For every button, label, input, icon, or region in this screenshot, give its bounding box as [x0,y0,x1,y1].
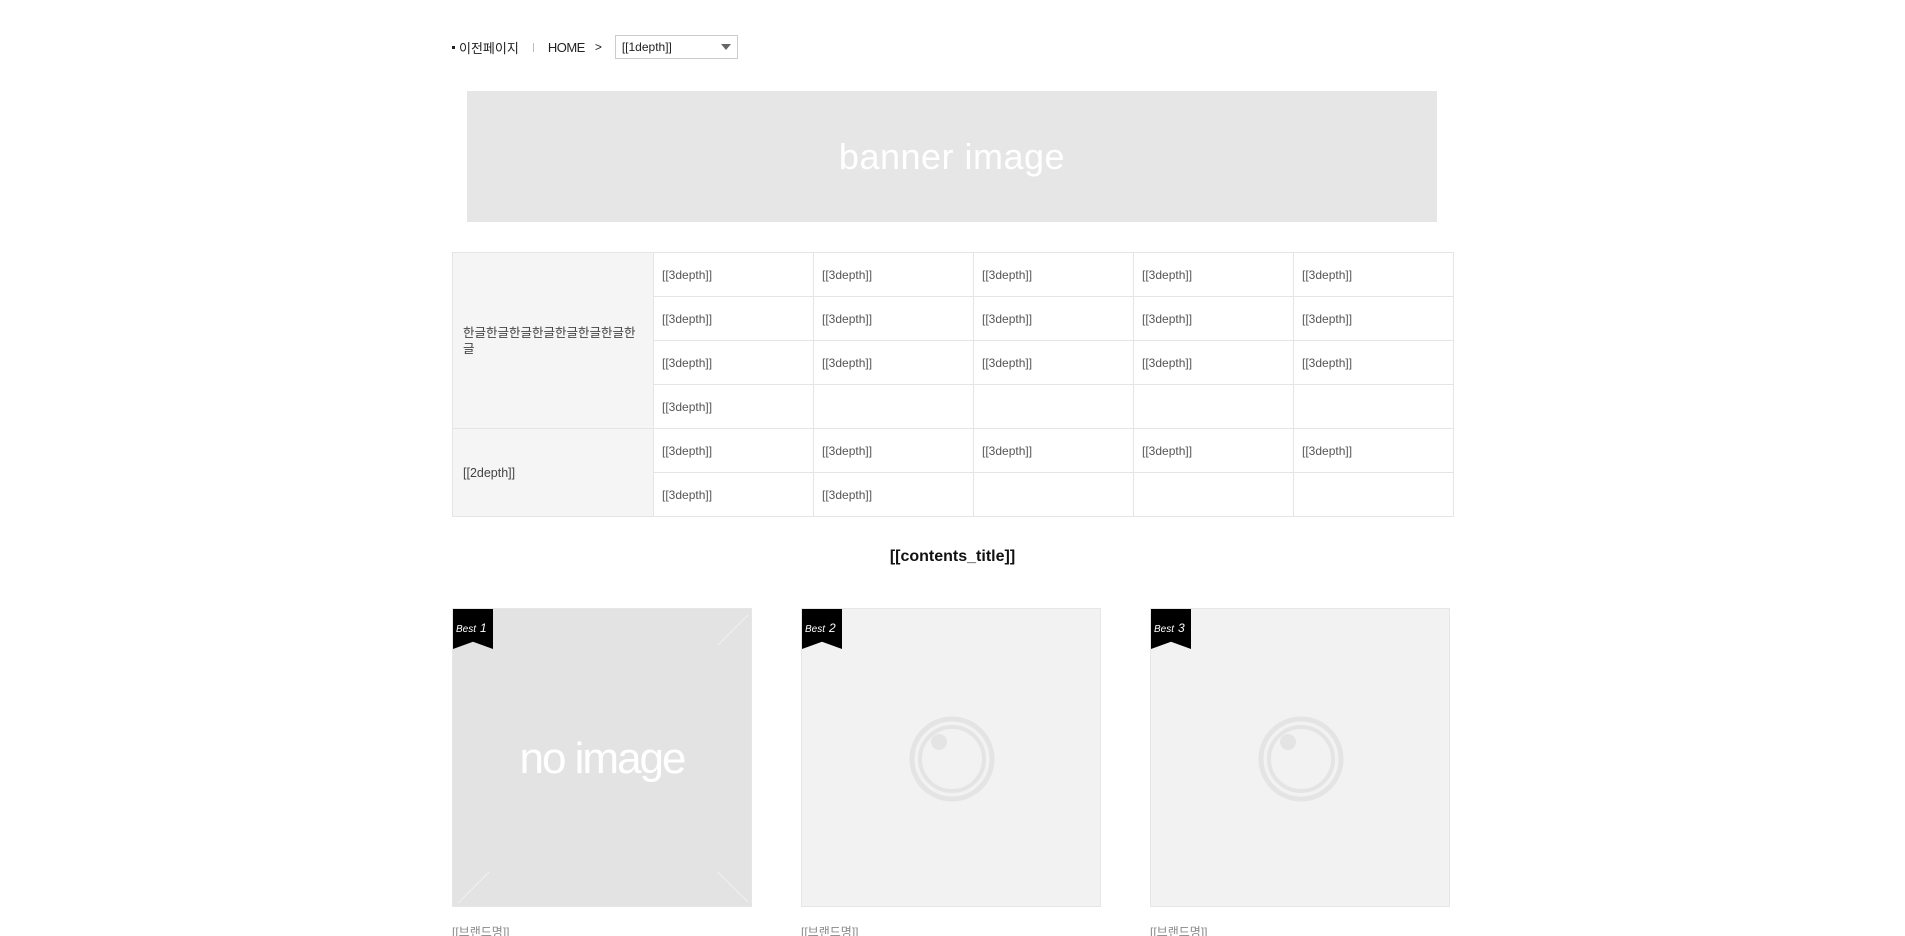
category-depth3-link[interactable]: [[3depth]] [653,340,814,385]
empty-cell [1293,384,1454,429]
category-depth3-link[interactable]: [[3depth]] [1133,428,1294,473]
chevron-down-icon [720,44,731,50]
category-depth3-link[interactable]: [[3depth]] [1133,296,1294,341]
chevron-right-icon: > [594,40,602,54]
product-thumbnail[interactable]: Best 2 [801,608,1101,907]
category-depth3-link[interactable]: [[3depth]] [973,340,1134,385]
camera-icon [1258,716,1344,802]
category-depth3-link[interactable]: [[3depth]] [973,428,1134,473]
home-link[interactable]: HOME [548,40,586,55]
category-depth3-link[interactable]: [[3depth]] [653,428,814,473]
contents-title: [[contents_title]] [889,548,1016,565]
category-depth3-link[interactable]: [[3depth]] [1133,340,1294,385]
category-table: 한글한글한글한글한글한글한글한글 [[3depth]] [[3depth]] [… [452,252,1454,517]
best-badge-label: Best [805,624,826,635]
product-thumbnail[interactable]: no image Best 1 [452,608,752,907]
category-depth3-link[interactable]: [[3depth]] [653,384,814,429]
banner-image: banner image [467,91,1437,222]
category-depth3-link[interactable]: [[3depth]] [1293,252,1454,297]
category-depth3-link[interactable]: [[3depth]] [973,296,1134,341]
category-depth3-link[interactable]: [[3depth]] [1293,428,1454,473]
category-depth1-select[interactable]: [[1depth]] [614,35,738,59]
category-depth3-link[interactable]: [[3depth]] [653,252,814,297]
empty-cell [813,384,974,429]
category-depth3-link[interactable]: [[3depth]] [813,472,974,517]
category-depth1-value: [[1depth]] [621,40,672,54]
category-depth3-link[interactable]: [[3depth]] [1293,296,1454,341]
table-row: 한글한글한글한글한글한글한글한글 [[3depth]] [[3depth]] [… [452,252,1454,429]
product-thumbnail[interactable]: Best 3 [1150,608,1450,907]
banner-text: banner image [838,135,1066,177]
empty-cell [973,384,1134,429]
empty-cell [973,472,1134,517]
best-badge-rank: 2 [829,621,836,635]
empty-cell [1133,472,1294,517]
empty-cell [1293,472,1454,517]
best-badge-rank: 3 [1178,621,1185,635]
category-depth3-link[interactable]: [[3depth]] [973,252,1134,297]
category-depth3-link[interactable]: [[3depth]] [813,428,974,473]
product-card[interactable]: Best 2 [[브랜드명]] [801,608,1101,936]
product-card[interactable]: Best 3 [[브랜드명]] [1150,608,1450,936]
empty-cell [1133,384,1294,429]
breadcrumb: 이전페이지 HOME > [[1depth]] [452,35,738,59]
previous-page-label: 이전페이지 [459,40,519,56]
category-depth3-link[interactable]: [[3depth]] [653,296,814,341]
category-depth3-link[interactable]: [[3depth]] [813,340,974,385]
product-brand[interactable]: [[브랜드명]] [452,923,752,936]
best-badge-label: Best [1154,624,1175,635]
page: 이전페이지 HOME > [[1depth]] banner image 한글한… [0,0,1905,936]
product-brand[interactable]: [[브랜드명]] [1150,923,1450,936]
table-row: [[2depth]] [[3depth]] [[3depth]] [[3dept… [452,428,1454,517]
product-card[interactable]: no image Best 1 [[브랜드명]] [452,608,752,936]
product-brand[interactable]: [[브랜드명]] [801,923,1101,936]
category-depth2-heading[interactable]: [[2depth]] [452,428,654,517]
category-depth3-link[interactable]: [[3depth]] [813,296,974,341]
category-depth3-link[interactable]: [[3depth]] [813,252,974,297]
category-depth2-heading[interactable]: 한글한글한글한글한글한글한글한글 [452,252,654,429]
previous-page-link[interactable]: 이전페이지 [452,38,519,57]
no-image-text: no image [519,734,686,783]
best-badge-rank: 1 [480,621,487,635]
breadcrumb-divider [532,42,534,52]
bullet-icon [452,45,455,49]
camera-icon [909,716,995,802]
best-badge-label: Best [456,624,477,635]
category-depth3-link[interactable]: [[3depth]] [1133,252,1294,297]
category-depth3-link[interactable]: [[3depth]] [1293,340,1454,385]
category-depth3-link[interactable]: [[3depth]] [653,472,814,517]
